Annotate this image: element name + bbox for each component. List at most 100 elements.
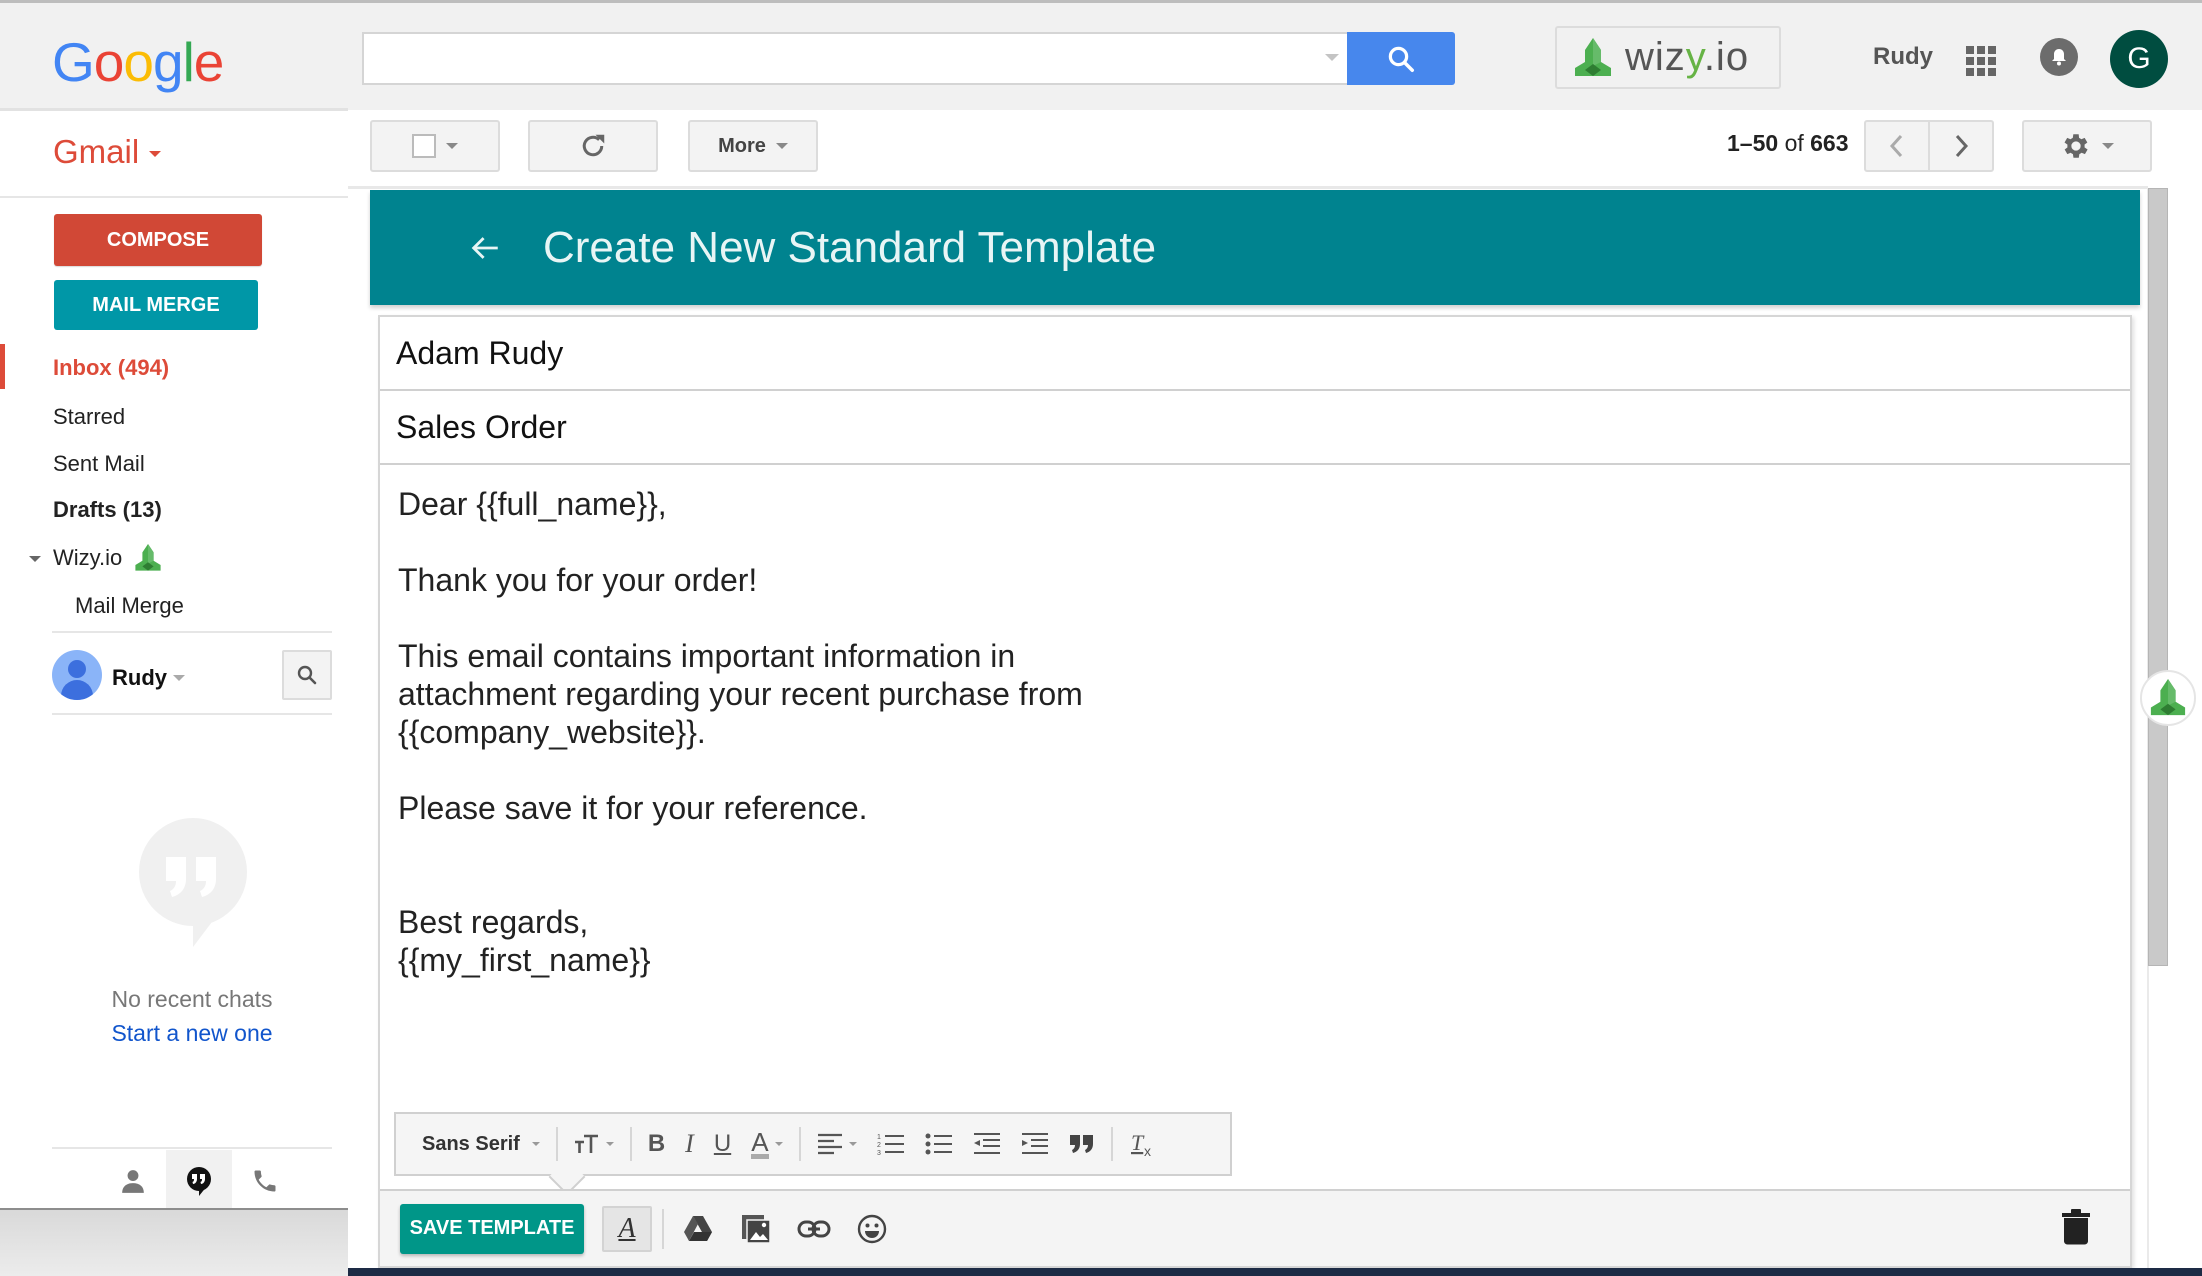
wizy-wordmark: wizy.io <box>1625 35 1749 80</box>
tab-phone[interactable] <box>232 1150 298 1212</box>
tab-hangouts[interactable] <box>166 1150 232 1212</box>
insert-drive-button[interactable] <box>680 1211 716 1247</box>
gear-icon <box>2064 134 2088 158</box>
notifications-bell-icon <box>2052 49 2066 66</box>
body-line: Best regards, <box>398 904 589 940</box>
template-editor: Adam Rudy Sales Order Dear {{full_name}}… <box>378 315 2132 1268</box>
page-of: of <box>1784 130 1804 156</box>
scrollbar-thumb[interactable] <box>2148 188 2168 966</box>
chevron-down-icon <box>848 1142 857 1146</box>
tab-contacts[interactable] <box>100 1150 166 1212</box>
body-line: {{my_first_name}} <box>398 942 651 978</box>
underline-icon: U <box>713 1130 732 1157</box>
pager <box>1864 120 1994 172</box>
sidebar-item-sent[interactable]: Sent Mail <box>53 451 145 477</box>
sidebar-item-starred[interactable]: Starred <box>53 404 125 430</box>
account-name[interactable]: Rudy <box>1873 43 1933 71</box>
hangouts-avatar[interactable] <box>52 650 102 700</box>
underline-button[interactable]: U <box>704 1124 741 1164</box>
search-options-caret-icon[interactable] <box>1325 54 1339 61</box>
message-body[interactable]: Dear {{full_name}}, Thank you for your or… <box>398 485 2098 979</box>
save-template-button[interactable]: SAVE TEMPLATE <box>400 1203 584 1254</box>
bold-button[interactable]: B <box>638 1124 675 1164</box>
hangouts-bubble-icon <box>139 818 247 947</box>
logo-letter: G <box>52 31 95 93</box>
template-header: Create New Standard Template <box>370 190 2140 305</box>
start-chat-link[interactable]: Start a new one <box>52 1020 332 1047</box>
wizy-rocket-icon <box>2150 679 2186 716</box>
sidebar-item-mail-merge[interactable]: Mail Merge <box>75 593 184 619</box>
insert-photo-button[interactable] <box>738 1211 774 1247</box>
divider <box>52 631 332 633</box>
indent-more-button[interactable] <box>1011 1124 1059 1164</box>
search-button[interactable] <box>1347 32 1455 85</box>
divider <box>555 1127 558 1161</box>
wizy-floating-button[interactable] <box>2140 670 2196 726</box>
newer-button[interactable] <box>1866 122 1930 170</box>
font-family-select[interactable]: Sans Serif <box>412 1124 550 1164</box>
delete-template-button[interactable] <box>2062 1209 2090 1250</box>
text-color-button[interactable]: A <box>741 1124 792 1164</box>
insert-emoji-button[interactable] <box>854 1211 890 1247</box>
svg-text:1: 1 <box>877 1134 881 1141</box>
bold-icon: B <box>647 1130 666 1157</box>
emoji-icon <box>857 1214 887 1243</box>
align-button[interactable] <box>807 1124 867 1164</box>
apps-grid-icon[interactable] <box>1966 46 1996 76</box>
divider <box>348 186 2148 189</box>
wizy-prefix: wiz <box>1625 35 1686 79</box>
body-line: attachment regarding your recent purchas… <box>398 676 1083 712</box>
body-blank-line <box>398 827 2098 865</box>
gmail-app-switcher[interactable]: Gmail <box>53 133 162 171</box>
bulleted-list-icon <box>925 1133 952 1155</box>
indent-less-button[interactable] <box>963 1124 1011 1164</box>
search-icon <box>1388 46 1414 72</box>
numbered-list-button[interactable]: 123 <box>867 1124 915 1164</box>
formatting-options-toggle[interactable]: A <box>602 1205 652 1252</box>
svg-text:x: x <box>1144 1143 1151 1158</box>
select-all-checkbox[interactable] <box>412 134 436 158</box>
body-line: This email contains important informatio… <box>398 638 1016 674</box>
select-dropdown-button[interactable] <box>370 120 500 172</box>
mail-merge-button[interactable]: MAIL MERGE <box>54 280 258 330</box>
subject-field[interactable]: Sales Order <box>380 391 2130 465</box>
compose-button[interactable]: COMPOSE <box>54 214 262 266</box>
divider <box>662 1208 664 1249</box>
search-input[interactable] <box>362 32 1347 85</box>
font-size-button[interactable] <box>564 1124 624 1164</box>
chevron-left-icon <box>1889 134 1903 158</box>
insert-link-button[interactable] <box>796 1211 832 1247</box>
chevron-down-icon <box>446 143 458 149</box>
notifications-button[interactable] <box>2040 38 2078 76</box>
person-icon <box>122 1170 144 1193</box>
wizy-suffix: .io <box>1703 35 1750 79</box>
more-button[interactable]: More <box>688 120 818 172</box>
body-line: Thank you for your order! <box>398 562 758 598</box>
wizy-logo-button[interactable]: wizy.io <box>1555 26 1781 89</box>
older-button[interactable] <box>1930 122 1992 170</box>
sidebar-item-drafts[interactable]: Drafts (13) <box>53 497 162 523</box>
page-range: 1–50 <box>1727 130 1779 156</box>
recipient-field[interactable]: Adam Rudy <box>380 317 2130 391</box>
quote-button[interactable] <box>1059 1124 1105 1164</box>
italic-button[interactable]: I <box>675 1124 704 1164</box>
chevron-right-icon <box>1955 134 1969 158</box>
bulleted-list-button[interactable] <box>915 1124 963 1164</box>
chevron-down-icon <box>2102 143 2114 149</box>
remove-formatting-button[interactable]: Tx <box>1119 1124 1167 1164</box>
google-logo[interactable]: Google <box>52 30 224 94</box>
text-format-icon: A <box>618 1212 636 1244</box>
settings-button[interactable] <box>2022 120 2152 172</box>
expand-caret-icon[interactable] <box>29 556 41 562</box>
hangouts-user-menu[interactable]: Rudy <box>112 665 185 691</box>
svg-text:2: 2 <box>877 1142 881 1149</box>
refresh-button[interactable] <box>528 120 658 172</box>
logo-letter: g <box>152 31 184 93</box>
people-search-button[interactable] <box>282 650 332 700</box>
sidebar-item-inbox[interactable]: Inbox (494) <box>53 355 169 381</box>
clear-formatting-icon: Tx <box>1130 1130 1151 1158</box>
account-avatar[interactable]: G <box>2110 30 2168 88</box>
sidebar-item-wizy[interactable]: Wizy.io <box>53 544 162 572</box>
back-button[interactable] <box>465 228 505 268</box>
editor-bottom-bar: SAVE TEMPLATE A <box>380 1189 2130 1266</box>
